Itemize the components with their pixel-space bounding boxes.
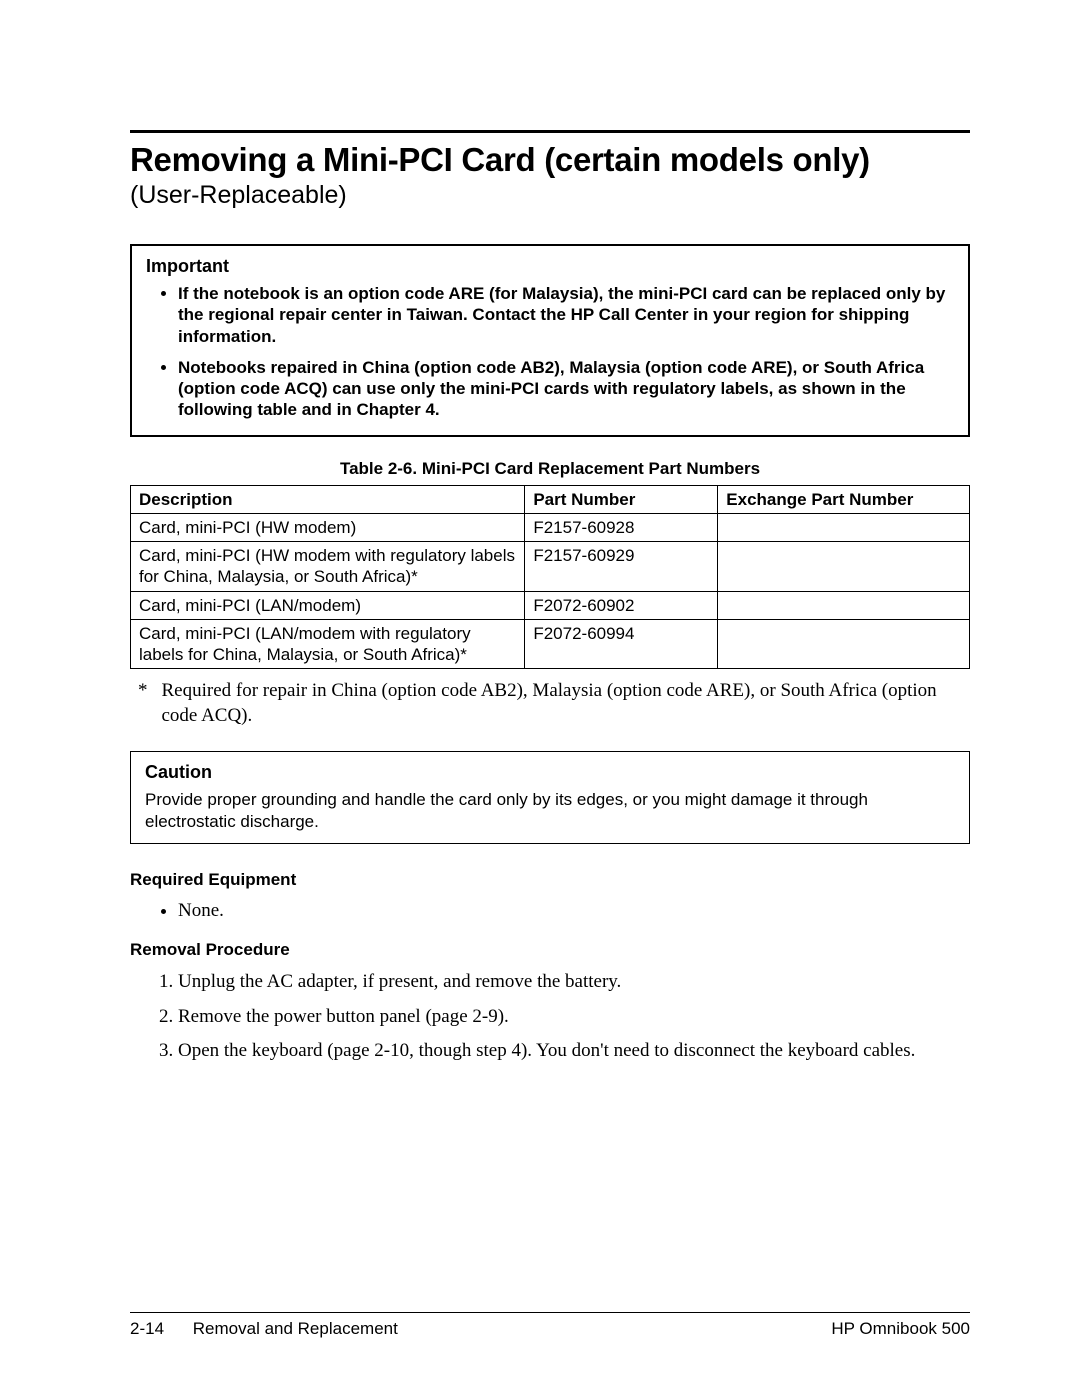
footer-section: Removal and Replacement — [193, 1319, 398, 1338]
footnote-text: Required for repair in China (option cod… — [162, 679, 971, 728]
td-description: Card, mini-PCI (HW modem with regulatory… — [131, 542, 525, 592]
important-item: If the notebook is an option code ARE (f… — [178, 283, 954, 347]
footnote-marker: * — [138, 679, 148, 728]
td-description: Card, mini-PCI (LAN/modem) — [131, 591, 525, 619]
caution-text: Provide proper grounding and handle the … — [145, 789, 955, 833]
title-rule — [130, 130, 970, 133]
list-item: Open the keyboard (page 2-10, though ste… — [178, 1039, 970, 1064]
table-footnote: * Required for repair in China (option c… — [138, 679, 970, 728]
parts-table: Description Part Number Exchange Part Nu… — [130, 485, 970, 670]
td-exchange-part-number — [718, 513, 970, 541]
td-description: Card, mini-PCI (LAN/modem with regulator… — [131, 619, 525, 669]
td-description: Card, mini-PCI (HW modem) — [131, 513, 525, 541]
th-description: Description — [131, 485, 525, 513]
table-row: Card, mini-PCI (LAN/modem) F2072-60902 — [131, 591, 970, 619]
table-row: Card, mini-PCI (LAN/modem with regulator… — [131, 619, 970, 669]
page-subtitle: (User-Replaceable) — [130, 181, 970, 210]
list-item: Unplug the AC adapter, if present, and r… — [178, 970, 970, 995]
list-item: None. — [178, 900, 970, 922]
page-footer: 2-14 Removal and Replacement HP Omnibook… — [130, 1312, 970, 1339]
list-item: Remove the power button panel (page 2-9)… — [178, 1005, 970, 1030]
th-part-number: Part Number — [525, 485, 718, 513]
td-part-number: F2157-60928 — [525, 513, 718, 541]
table-row: Card, mini-PCI (HW modem) F2157-60928 — [131, 513, 970, 541]
required-equipment-heading: Required Equipment — [130, 870, 970, 890]
important-list: If the notebook is an option code ARE (f… — [146, 283, 954, 421]
table-header-row: Description Part Number Exchange Part Nu… — [131, 485, 970, 513]
td-exchange-part-number — [718, 619, 970, 669]
page-title: Removing a Mini-PCI Card (certain models… — [130, 141, 970, 179]
td-part-number: F2157-60929 — [525, 542, 718, 592]
td-exchange-part-number — [718, 542, 970, 592]
caution-box: Caution Provide proper grounding and han… — [130, 751, 970, 844]
table-row: Card, mini-PCI (HW modem with regulatory… — [131, 542, 970, 592]
td-part-number: F2072-60994 — [525, 619, 718, 669]
footer-product: HP Omnibook 500 — [831, 1319, 970, 1339]
th-exchange-part-number: Exchange Part Number — [718, 485, 970, 513]
required-equipment-list: None. — [178, 900, 970, 922]
removal-procedure-heading: Removal Procedure — [130, 940, 970, 960]
caution-heading: Caution — [145, 762, 955, 783]
removal-procedure-list: Unplug the AC adapter, if present, and r… — [178, 970, 970, 1064]
footer-page-number: 2-14 — [130, 1319, 164, 1338]
important-heading: Important — [146, 256, 954, 277]
important-box: Important If the notebook is an option c… — [130, 244, 970, 437]
td-part-number: F2072-60902 — [525, 591, 718, 619]
td-exchange-part-number — [718, 591, 970, 619]
table-caption: Table 2-6. Mini-PCI Card Replacement Par… — [130, 459, 970, 479]
footer-rule — [130, 1312, 970, 1313]
important-item: Notebooks repaired in China (option code… — [178, 357, 954, 421]
